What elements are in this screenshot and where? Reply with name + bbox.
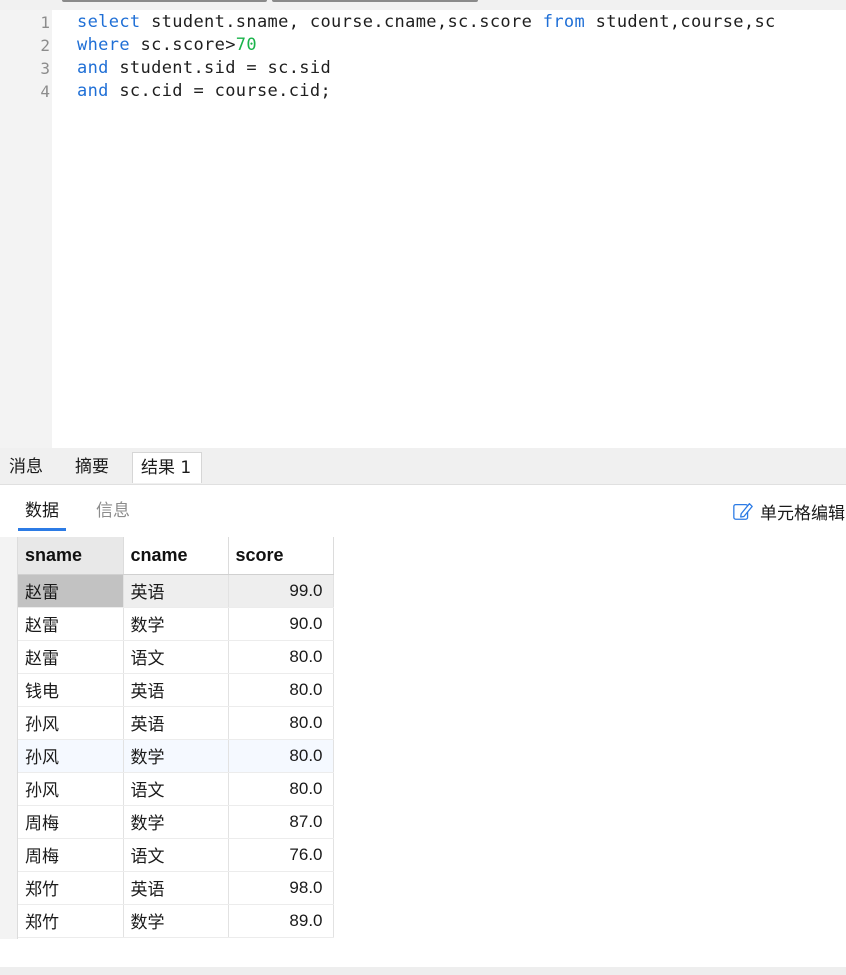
table-row[interactable]: 钱电 英语 80.0 [18, 673, 334, 707]
result-view-tabs: 数据 信息 单元格编辑 [0, 485, 846, 537]
sql-keyword: where [77, 35, 130, 55]
cell-sname[interactable]: 周梅 [18, 805, 124, 839]
cell-sname[interactable]: 郑竹 [18, 904, 124, 938]
table-row[interactable]: 孙风 语文 80.0 [18, 772, 334, 806]
tab-messages[interactable]: 消息 [1, 452, 51, 483]
cell-score[interactable]: 76.0 [228, 838, 334, 872]
code-line[interactable]: and sc.cid = course.cid; [77, 80, 331, 103]
sql-text: sc.cid = course.cid; [108, 81, 332, 101]
cell-editor-button[interactable]: 单元格编辑 [732, 498, 845, 524]
result-grid: sname cname score 赵雷 英语 99.0 赵雷 数学 90.0 赵雷 语文 80… [0, 537, 846, 967]
cell-score[interactable]: 90.0 [228, 607, 334, 641]
table-row[interactable]: 郑竹 英语 98.0 [18, 871, 334, 905]
cell-sname[interactable]: 孙风 [18, 739, 124, 773]
cell-sname[interactable]: 赵雷 [18, 607, 124, 641]
table-row[interactable]: 孙风 英语 80.0 [18, 706, 334, 740]
cell-score[interactable]: 80.0 [228, 706, 334, 740]
cell-score[interactable]: 80.0 [228, 772, 334, 806]
cell-cname[interactable]: 数学 [123, 607, 229, 641]
row-header-gutter [0, 537, 18, 939]
cell-sname[interactable]: 赵雷 [18, 640, 124, 674]
cell-score[interactable]: 80.0 [228, 640, 334, 674]
result-tab-bar: 消息 摘要 结果 1 [0, 448, 846, 485]
table-row[interactable]: 孙风 数学 80.0 [18, 739, 334, 773]
cell-cname[interactable]: 数学 [123, 805, 229, 839]
cell-cname[interactable]: 语文 [123, 838, 229, 872]
cell-cname[interactable]: 英语 [123, 673, 229, 707]
cell-score[interactable]: 80.0 [228, 739, 334, 773]
status-bar [0, 967, 846, 975]
table-row[interactable]: 周梅 数学 87.0 [18, 805, 334, 839]
tab-info[interactable]: 信息 [91, 498, 135, 528]
cell-sname[interactable]: 周梅 [18, 838, 124, 872]
sql-text: sc.score> [129, 35, 236, 55]
query-tab-stub[interactable] [272, 0, 478, 2]
cell-cname[interactable]: 英语 [123, 706, 229, 740]
top-tab-strip [0, 0, 846, 10]
line-number: 1 [40, 13, 50, 32]
cell-sname[interactable]: 钱电 [18, 673, 124, 707]
table-row[interactable]: 赵雷 语文 80.0 [18, 640, 334, 674]
code-line[interactable]: select student.sname, course.cname,sc.sc… [77, 11, 776, 34]
sql-number: 70 [235, 35, 257, 55]
cell-cname[interactable]: 语文 [123, 640, 229, 674]
cell-editor-label: 单元格编辑 [760, 503, 845, 524]
cell-sname[interactable]: 孙风 [18, 706, 124, 740]
sql-editor[interactable]: 1 2 3 4 select student.sname, course.cna… [0, 10, 846, 448]
cell-cname[interactable]: 语文 [123, 772, 229, 806]
cell-score[interactable]: 89.0 [228, 904, 334, 938]
tab-result-1[interactable]: 结果 1 [132, 452, 202, 483]
cell-cname[interactable]: 数学 [123, 739, 229, 773]
table-row[interactable]: 周梅 语文 76.0 [18, 838, 334, 872]
cell-cname[interactable]: 数学 [123, 904, 229, 938]
cell-sname[interactable]: 郑竹 [18, 871, 124, 905]
column-header-score[interactable]: score [228, 537, 334, 575]
sql-text: student.sid = sc.sid [108, 58, 332, 78]
line-number: 3 [40, 59, 50, 78]
sql-text: student,course,sc [585, 12, 776, 32]
table-row[interactable]: 郑竹 数学 89.0 [18, 904, 334, 938]
table-body: 赵雷 英语 99.0 赵雷 数学 90.0 赵雷 语文 80.0 钱电 英语 80.0 孙风 英语 80.0… [18, 574, 334, 938]
code-line[interactable]: and student.sid = sc.sid [77, 57, 331, 80]
cell-sname[interactable]: 赵雷 [18, 574, 124, 608]
sql-keyword: and [77, 81, 109, 101]
cell-score[interactable]: 99.0 [228, 574, 334, 608]
sql-keyword: from [542, 12, 586, 32]
sql-keyword: and [77, 58, 109, 78]
tab-data[interactable]: 数据 [18, 498, 66, 531]
cell-cname[interactable]: 英语 [123, 574, 229, 608]
cell-score[interactable]: 80.0 [228, 673, 334, 707]
column-header-sname[interactable]: sname [18, 537, 124, 575]
table-row[interactable]: 赵雷 英语 99.0 [18, 574, 334, 608]
sql-text: student.sname, course.cname,sc.score [140, 12, 543, 32]
table-header-row: sname cname score [18, 537, 334, 575]
table-row[interactable]: 赵雷 数学 90.0 [18, 607, 334, 641]
line-number: 4 [40, 82, 50, 101]
query-tab-stub[interactable] [62, 0, 267, 2]
cell-cname[interactable]: 英语 [123, 871, 229, 905]
line-number: 2 [40, 36, 50, 55]
cell-score[interactable]: 87.0 [228, 805, 334, 839]
result-table: sname cname score 赵雷 英语 99.0 赵雷 数学 90.0 赵雷 语文 80… [18, 537, 334, 938]
edit-pencil-icon [733, 503, 753, 520]
line-number-gutter: 1 2 3 4 [0, 10, 52, 448]
tab-summary[interactable]: 摘要 [67, 452, 117, 483]
sql-keyword: select [77, 12, 141, 32]
cell-sname[interactable]: 孙风 [18, 772, 124, 806]
code-line[interactable]: where sc.score>70 [77, 34, 257, 57]
column-header-cname[interactable]: cname [123, 537, 229, 575]
cell-score[interactable]: 98.0 [228, 871, 334, 905]
